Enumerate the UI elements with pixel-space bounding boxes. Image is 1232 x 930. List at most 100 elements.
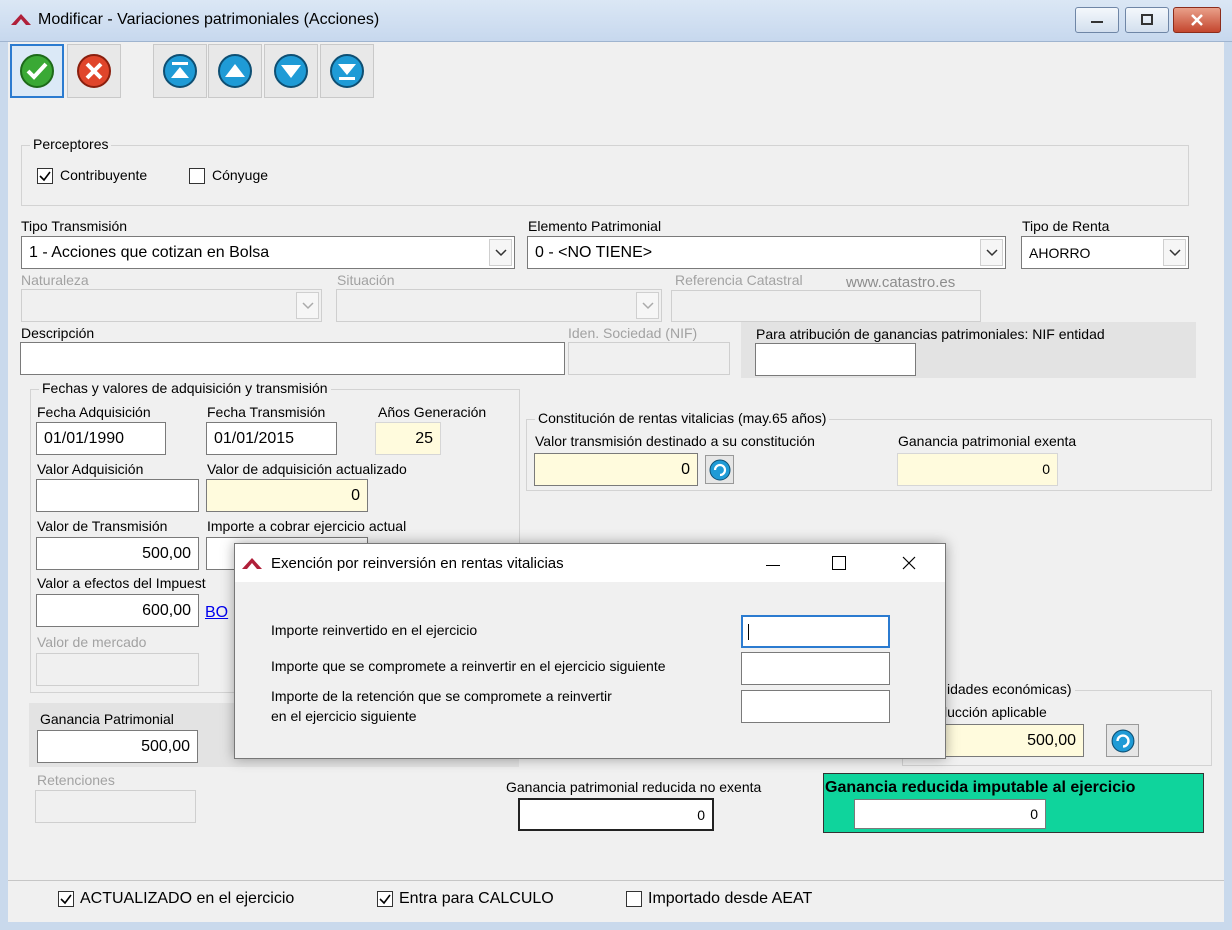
descripcion-label: Descripción xyxy=(21,325,95,341)
retenciones-field[interactable] xyxy=(35,790,196,823)
valor-mercado-label: Valor de mercado xyxy=(37,634,147,650)
conyuge-checkbox[interactable] xyxy=(189,168,205,184)
reduccion-detail-button[interactable] xyxy=(1106,724,1139,757)
actualizado-checkbox[interactable] xyxy=(58,891,74,907)
accept-button[interactable] xyxy=(10,44,64,98)
elemento-patrimonial-select[interactable]: 0 - <NO TIENE> xyxy=(527,236,1006,269)
contribuyente-checkbox[interactable] xyxy=(37,168,53,184)
dialog-minimize-button[interactable] xyxy=(751,546,795,580)
reduccion-label: lucción aplicable xyxy=(944,704,1047,720)
dropdown-button[interactable] xyxy=(489,239,512,266)
refresh-icon xyxy=(1111,729,1134,752)
naturaleza-select[interactable] xyxy=(21,289,322,322)
window-frame-bottom xyxy=(0,922,1232,930)
previous-record-button[interactable] xyxy=(208,44,262,98)
tipo-transmision-value: 1 - Acciones que cotizan en Bolsa xyxy=(29,244,270,261)
fecha-adquisicion-field[interactable]: 01/01/1990 xyxy=(36,422,166,455)
cancel-button[interactable] xyxy=(67,44,121,98)
ganancia-patrimonial-field: 500,00 xyxy=(37,730,198,763)
maximize-button[interactable] xyxy=(1125,7,1169,33)
retencion-label-line1: Importe de la retención que se compromet… xyxy=(271,688,612,704)
catastro-link[interactable]: www.catastro.es xyxy=(846,274,955,291)
chevron-down-icon xyxy=(641,301,654,309)
dropdown-button[interactable] xyxy=(1163,239,1186,266)
ganancia-reducida-no-exenta-label: Ganancia patrimonial reducida no exenta xyxy=(506,779,762,795)
retencion-field[interactable] xyxy=(741,690,890,723)
checkmark-icon xyxy=(39,171,51,182)
conyuge-label: Cónyuge xyxy=(212,167,269,183)
minimize-button[interactable] xyxy=(1075,7,1119,33)
window-frame-left xyxy=(0,42,8,930)
ganancia-imputable-field: 0 xyxy=(854,799,1046,829)
valor-mercado-field[interactable] xyxy=(36,653,199,686)
valor-destinado-field[interactable]: 0 xyxy=(534,453,698,486)
situacion-select[interactable] xyxy=(336,289,662,322)
dialog-titlebar[interactable]: Exención por reinversión en rentas vital… xyxy=(235,544,945,582)
window-titlebar[interactable]: Modificar - Variaciones patrimoniales (A… xyxy=(0,0,1232,42)
footer-separator xyxy=(8,880,1224,881)
checkmark-icon xyxy=(379,894,391,905)
rentas-detail-button[interactable] xyxy=(705,455,734,484)
valor-adquisicion-label: Valor Adquisición xyxy=(37,461,144,477)
valor-transmision-value: 500,00 xyxy=(142,545,191,562)
text-cursor xyxy=(748,624,749,640)
fechas-legend: Fechas y valores de adquisición y transm… xyxy=(39,380,331,396)
ganancia-imputable-label: Ganancia reducida imputable al ejercicio xyxy=(825,779,1136,796)
next-record-button[interactable] xyxy=(264,44,318,98)
last-record-button[interactable] xyxy=(320,44,374,98)
actualizado-label: ACTUALIZADO en el ejercicio xyxy=(80,890,295,907)
first-record-button[interactable] xyxy=(153,44,207,98)
ganancia-reducida-no-exenta-value: 0 xyxy=(697,807,705,823)
importe-compromete-field[interactable] xyxy=(741,652,890,685)
fecha-adquisicion-label: Fecha Adquisición xyxy=(37,404,151,420)
ganancia-reducida-no-exenta-field: 0 xyxy=(518,798,714,831)
fecha-adquisicion-value: 01/01/1990 xyxy=(44,430,125,447)
close-window-button[interactable] xyxy=(1173,7,1221,33)
valor-adq-actualizado-value: 0 xyxy=(351,487,360,504)
naturaleza-label: Naturaleza xyxy=(21,272,89,288)
tipo-renta-select[interactable]: AHORRO xyxy=(1021,236,1189,269)
calculo-checkbox[interactable] xyxy=(377,891,393,907)
chevron-down-icon xyxy=(1168,248,1181,256)
minimize-icon xyxy=(766,565,780,566)
dropdown-button[interactable] xyxy=(296,292,319,319)
importe-reinvertido-field[interactable] xyxy=(741,615,890,648)
referencia-catastral-field[interactable] xyxy=(671,290,981,322)
contribuyente-label: Contribuyente xyxy=(60,167,148,183)
ganancia-exenta-field: 0 xyxy=(897,453,1058,486)
tipo-renta-value: AHORRO xyxy=(1029,245,1091,261)
valor-efectos-field[interactable]: 600,00 xyxy=(36,594,199,627)
fecha-transmision-value: 01/01/2015 xyxy=(214,430,295,447)
dropdown-button[interactable] xyxy=(636,292,659,319)
situacion-label: Situación xyxy=(337,272,395,288)
importe-reinvertido-label: Importe reinvertido en el ejercicio xyxy=(271,622,478,638)
valor-adquisicion-field[interactable] xyxy=(36,479,199,512)
dropdown-button[interactable] xyxy=(980,239,1003,266)
valor-destinado-value: 0 xyxy=(681,461,690,478)
valor-adq-actualizado-field: 0 xyxy=(206,479,368,512)
calculo-label: Entra para CALCULO xyxy=(399,890,554,907)
ganancia-imputable-panel: Ganancia reducida imputable al ejercicio… xyxy=(823,773,1204,833)
maximize-icon xyxy=(1141,14,1153,25)
descripcion-field[interactable] xyxy=(20,342,565,375)
ganancia-imputable-value: 0 xyxy=(1030,806,1038,822)
close-icon xyxy=(1191,14,1203,26)
tipo-renta-label: Tipo de Renta xyxy=(1022,218,1110,234)
reduccion-value: 500,00 xyxy=(1027,732,1076,749)
valor-transmision-field[interactable]: 500,00 xyxy=(36,537,199,570)
chevron-down-icon xyxy=(301,301,314,309)
importado-checkbox[interactable] xyxy=(626,891,642,907)
atribucion-nif-field[interactable] xyxy=(755,343,916,376)
boe-link[interactable]: BO xyxy=(205,604,228,622)
perceptores-legend: Perceptores xyxy=(30,136,112,152)
refresh-icon xyxy=(709,459,730,480)
tipo-transmision-select[interactable]: 1 - Acciones que cotizan en Bolsa xyxy=(21,236,515,269)
dialog-close-button[interactable] xyxy=(887,546,931,580)
iden-sociedad-field[interactable] xyxy=(568,342,730,375)
fecha-transmision-field[interactable]: 01/01/2015 xyxy=(206,422,337,455)
ganancia-patrimonial-label: Ganancia Patrimonial xyxy=(40,711,174,727)
reinversion-dialog: Exención por reinversión en rentas vital… xyxy=(234,543,946,759)
dialog-maximize-button[interactable] xyxy=(817,546,861,580)
elemento-patrimonial-value: 0 - <NO TIENE> xyxy=(535,244,653,261)
app-logo-icon xyxy=(11,14,31,25)
